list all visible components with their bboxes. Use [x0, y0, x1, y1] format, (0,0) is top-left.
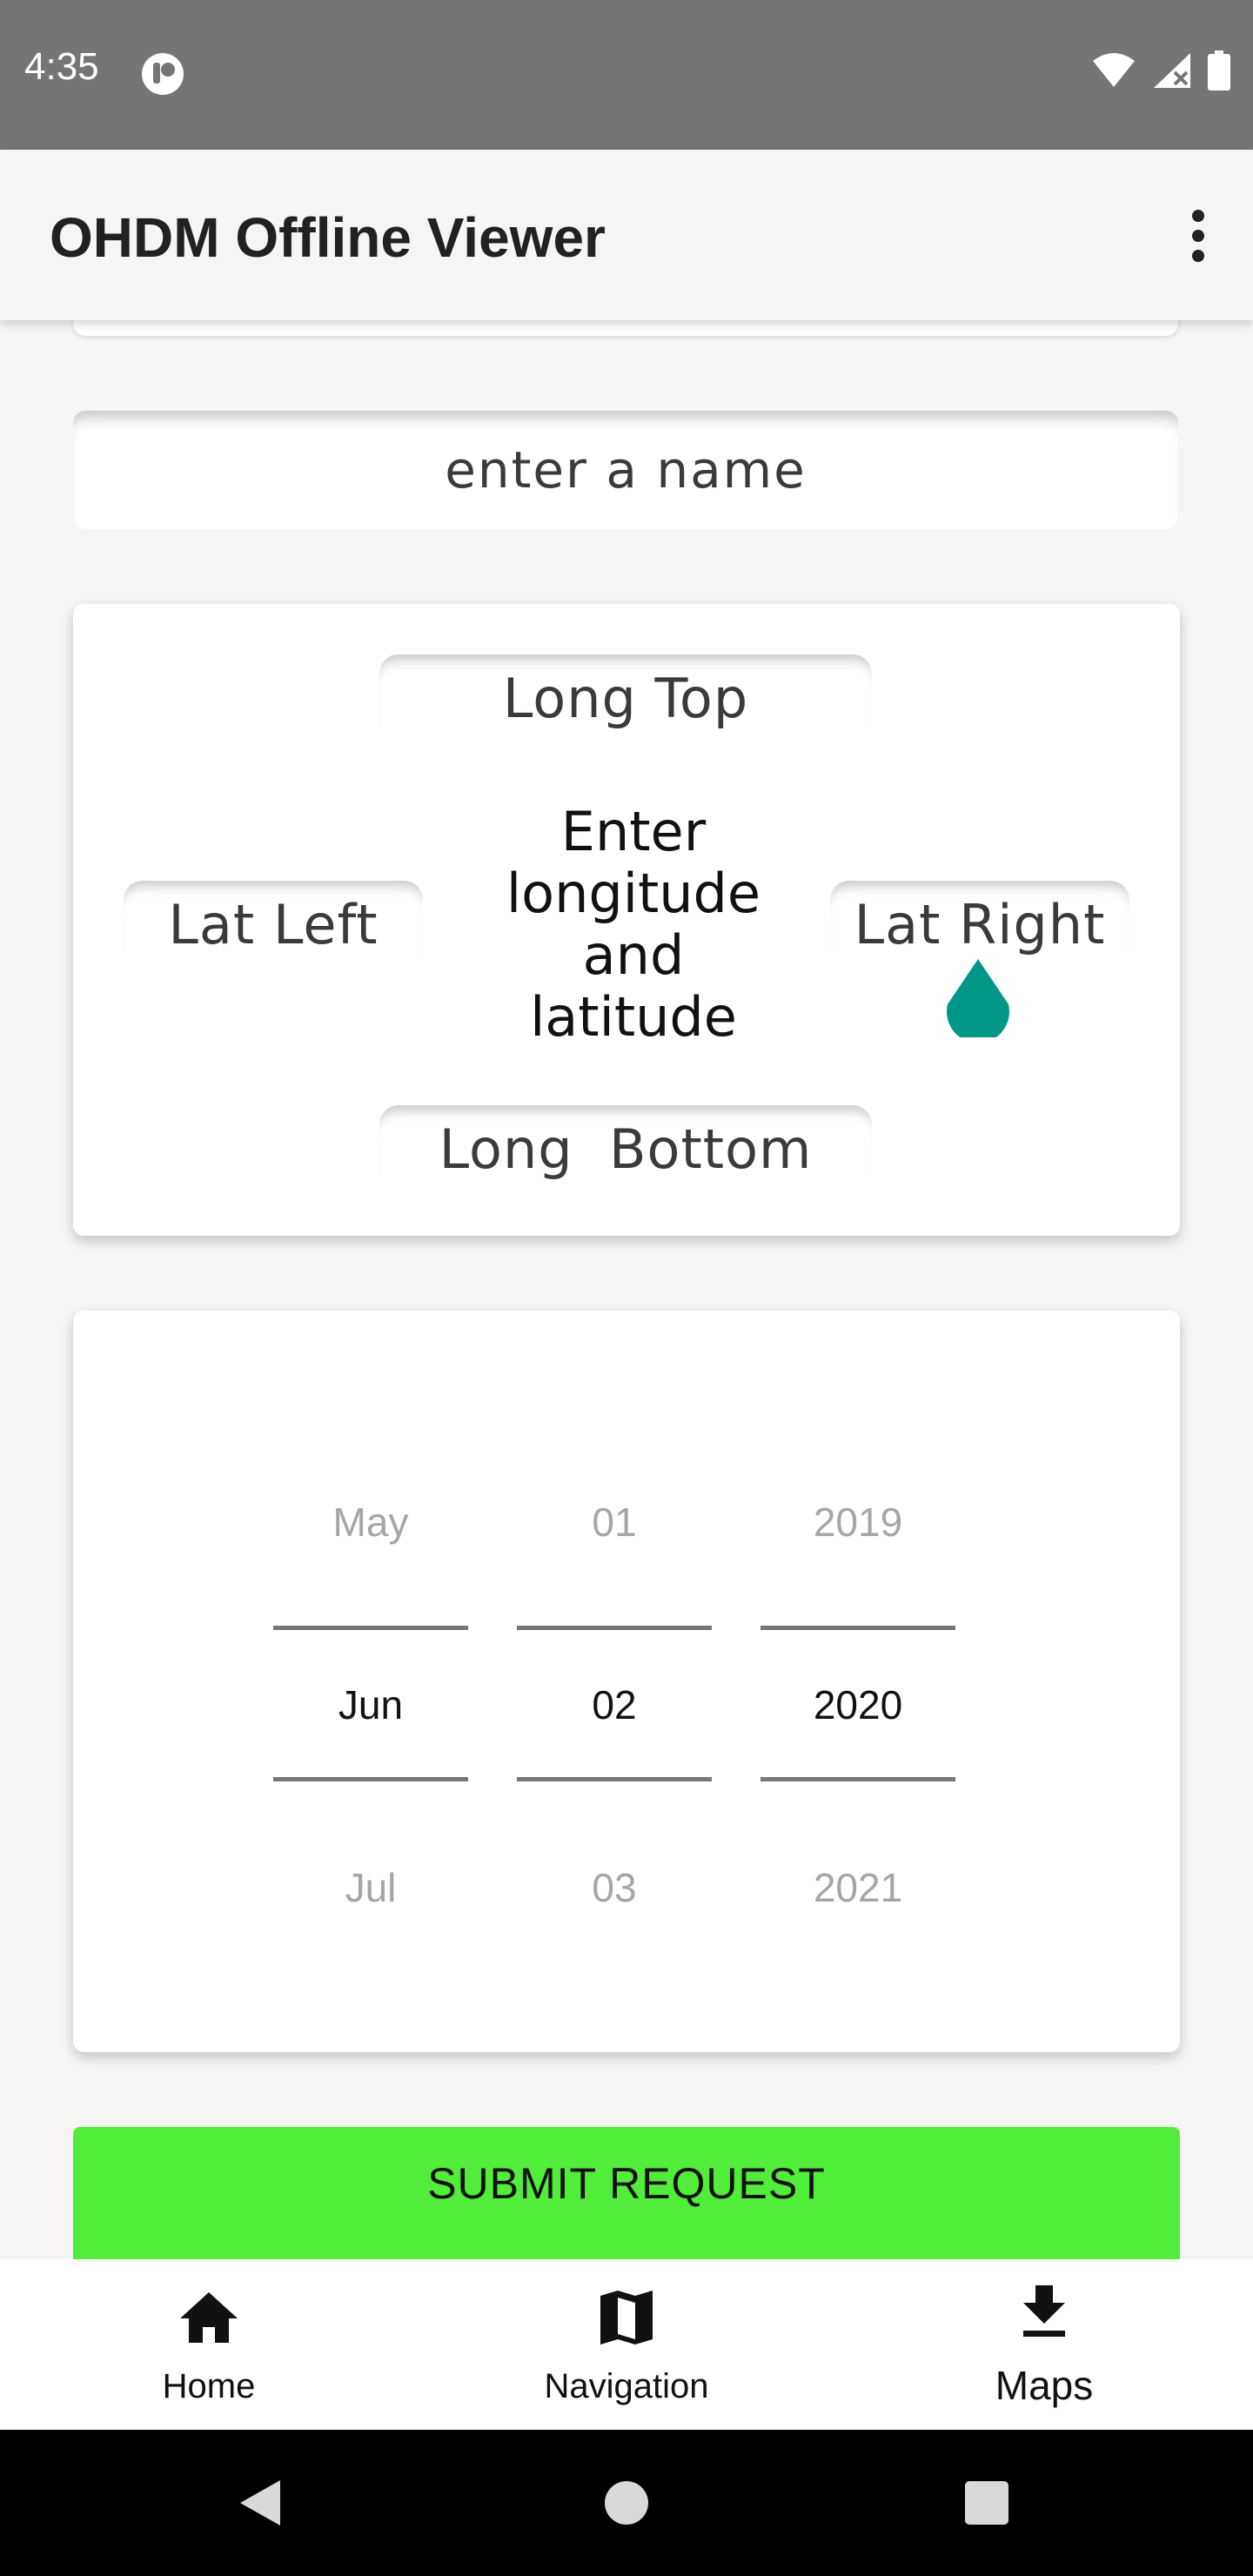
- year-divider-bottom: [761, 1777, 955, 1781]
- lat-right-input[interactable]: [830, 881, 1129, 968]
- status-time: 4:35: [24, 45, 99, 88]
- year-picker[interactable]: 2019 2020 2021: [761, 1311, 955, 2052]
- month-divider-bottom: [273, 1777, 468, 1781]
- day-prev[interactable]: 01: [517, 1499, 712, 1546]
- status-bar: 4:35: [0, 0, 1253, 150]
- app-title: OHDM Offline Viewer: [50, 206, 606, 269]
- back-icon[interactable]: [237, 2479, 285, 2527]
- nav-item-navigation[interactable]: Navigation: [418, 2259, 835, 2430]
- signal-icon: [1154, 53, 1190, 88]
- more-vert-icon[interactable]: [1178, 205, 1218, 266]
- day-divider-bottom: [517, 1777, 712, 1781]
- day-selected[interactable]: 02: [517, 1681, 712, 1728]
- month-picker[interactable]: May Jun Jul: [273, 1311, 468, 2052]
- month-next[interactable]: Jul: [273, 1864, 468, 1911]
- long-bottom-input[interactable]: [379, 1105, 872, 1192]
- nav-label-maps: Maps: [995, 2363, 1094, 2408]
- year-selected[interactable]: 2020: [761, 1681, 955, 1728]
- nav-label-home: Home: [162, 2367, 256, 2405]
- name-input[interactable]: [73, 411, 1178, 529]
- system-navigation-bar: [0, 2430, 1253, 2576]
- day-divider-top: [517, 1626, 712, 1630]
- day-next[interactable]: 03: [517, 1864, 712, 1911]
- battery-icon: [1208, 50, 1230, 91]
- lat-left-input[interactable]: [124, 881, 423, 968]
- year-divider-top: [761, 1626, 955, 1630]
- nav-item-maps[interactable]: Maps: [835, 2259, 1253, 2430]
- bottom-navigation: Home Navigation Maps: [0, 2259, 1253, 2430]
- nav-item-home[interactable]: Home: [0, 2259, 418, 2430]
- day-picker[interactable]: 01 02 03: [517, 1311, 712, 2052]
- month-divider-top: [273, 1626, 468, 1630]
- long-top-input[interactable]: [379, 654, 872, 741]
- month-prev[interactable]: May: [273, 1499, 468, 1546]
- coordinates-instruction: Enter longitude and latitude: [506, 800, 761, 1049]
- date-picker-card: May Jun Jul 01 02 03 2019 2020 2021: [73, 1311, 1180, 2052]
- app-notification-icon: [142, 53, 184, 95]
- map-icon: [600, 2291, 653, 2345]
- year-prev[interactable]: 2019: [761, 1499, 955, 1546]
- submit-request-button[interactable]: SUBMIT REQUEST: [73, 2127, 1180, 2275]
- app-bar: OHDM Offline Viewer: [0, 150, 1253, 320]
- wifi-icon: [1093, 53, 1135, 87]
- year-next[interactable]: 2021: [761, 1864, 955, 1911]
- download-icon: [1023, 2285, 1065, 2337]
- nav-label-navigation: Navigation: [544, 2367, 709, 2405]
- coordinates-card: Enter longitude and latitude: [73, 604, 1180, 1236]
- text-cursor-handle-icon[interactable]: [944, 959, 1012, 1037]
- month-selected[interactable]: Jun: [273, 1681, 468, 1728]
- recents-icon[interactable]: [964, 2480, 1009, 2526]
- home-icon: [180, 2292, 238, 2343]
- home-circle-icon[interactable]: [604, 2480, 649, 2526]
